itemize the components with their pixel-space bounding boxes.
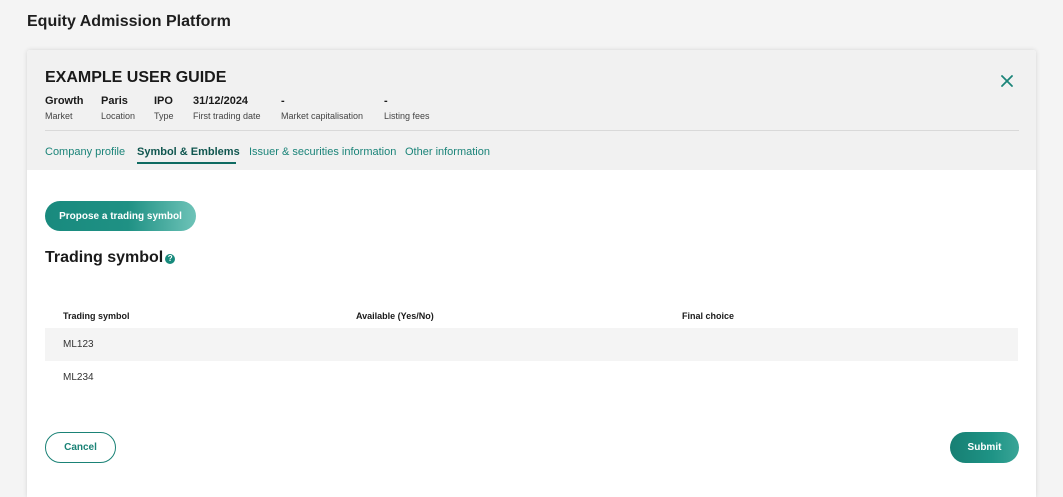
card-header: EXAMPLE USER GUIDE Growth Market Paris L… xyxy=(27,50,1036,170)
guide-card: EXAMPLE USER GUIDE Growth Market Paris L… xyxy=(27,50,1036,497)
tab-symbol-emblems[interactable]: Symbol & Emblems xyxy=(137,146,240,158)
tab-issuer-securities-information[interactable]: Issuer & securities information xyxy=(249,146,396,158)
section-title-text: Trading symbol xyxy=(45,249,164,266)
meta-value: Paris xyxy=(101,95,128,107)
meta-listing-fees: - Listing fees xyxy=(384,95,430,122)
meta-value: IPO xyxy=(154,95,173,107)
column-header-trading-symbol: Trading symbol xyxy=(63,311,130,321)
meta-market-capitalisation: - Market capitalisation xyxy=(281,95,363,122)
meta-label: Listing fees xyxy=(384,111,430,121)
column-header-final-choice: Final choice xyxy=(682,311,735,321)
column-header-available: Available (Yes/No) xyxy=(356,311,434,321)
trading-symbol-table: Trading symbol Available (Yes/No) Final … xyxy=(45,302,1018,394)
meta-type: IPO Type xyxy=(154,95,174,122)
meta-market: Growth Market xyxy=(45,95,84,122)
meta-value: Growth xyxy=(45,95,84,107)
propose-trading-symbol-button[interactable]: Propose a trading symbol xyxy=(45,201,196,231)
app-title: Equity Admission Platform xyxy=(27,13,231,30)
meta-label: Location xyxy=(101,111,136,121)
meta-first-trading-date: 31/12/2024 First trading date xyxy=(193,95,261,122)
close-button[interactable] xyxy=(997,71,1017,91)
meta-value: - xyxy=(281,95,285,107)
cell-trading-symbol: ML234 xyxy=(63,372,94,383)
tab-company-profile[interactable]: Company profile xyxy=(45,146,125,158)
table-row[interactable]: ML234 xyxy=(45,361,1018,394)
cell-trading-symbol: ML123 xyxy=(63,339,94,350)
guide-title: EXAMPLE USER GUIDE xyxy=(45,69,227,86)
submit-button[interactable]: Submit xyxy=(950,432,1019,463)
help-icon[interactable]: ? xyxy=(165,253,176,264)
active-tab-indicator xyxy=(137,162,236,164)
close-icon xyxy=(1001,75,1013,87)
meta-label: Market capitalisation xyxy=(281,111,364,121)
meta-label: First trading date xyxy=(193,111,261,121)
table-row[interactable]: ML123 xyxy=(45,328,1018,361)
meta-label: Market xyxy=(45,111,73,121)
tab-other-information[interactable]: Other information xyxy=(405,146,490,158)
meta-location: Paris Location xyxy=(101,95,135,122)
table-header: Trading symbol Available (Yes/No) Final … xyxy=(45,302,1018,328)
header-divider xyxy=(45,130,1019,131)
cancel-button[interactable]: Cancel xyxy=(45,432,116,463)
meta-label: Type xyxy=(154,111,174,121)
meta-value: - xyxy=(384,95,388,107)
meta-value: 31/12/2024 xyxy=(193,95,249,107)
section-title: Trading symbol? xyxy=(45,249,176,267)
